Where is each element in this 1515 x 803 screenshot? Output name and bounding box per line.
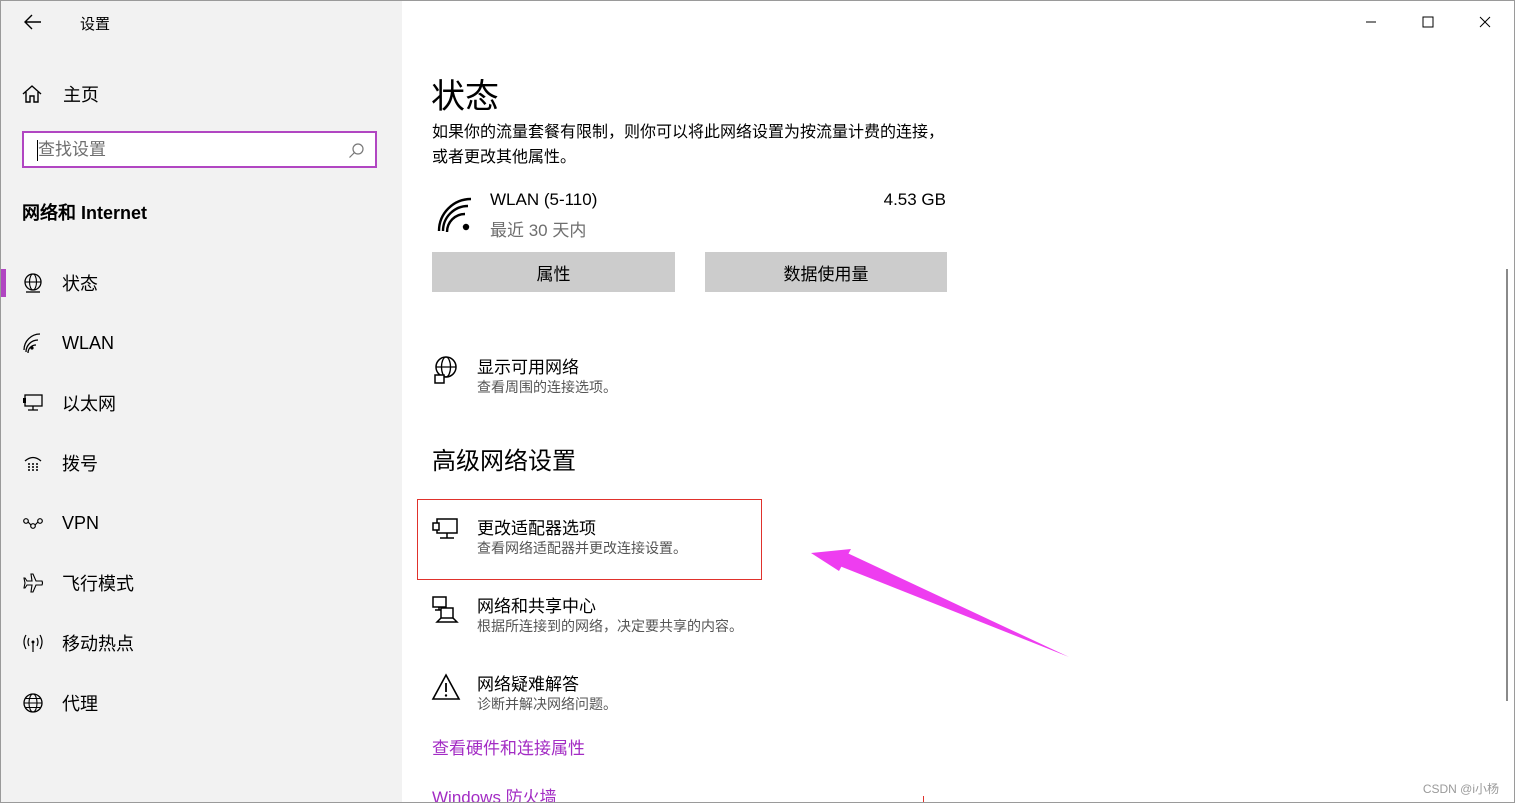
- network-name: WLAN (5-110): [490, 190, 598, 209]
- adapter-title: 更改适配器选项: [477, 519, 596, 538]
- show-networks-subtitle: 查看周围的连接选项。: [477, 379, 617, 395]
- app-title: 设置: [80, 16, 111, 33]
- maximize-icon: [1422, 16, 1434, 28]
- settings-window: 设置 主页 网络和 Internet 状态 WLAN: [0, 0, 1515, 803]
- sidebar-item-proxy[interactable]: 代理: [1, 681, 402, 725]
- network-usage: 4.53 GB: [883, 190, 946, 209]
- airplane-icon: [21, 571, 45, 595]
- globe-status-icon: [21, 271, 45, 295]
- show-available-networks[interactable]: 显示可用网络 查看周围的连接选项。: [431, 353, 851, 403]
- troubleshooter-title: 网络疑难解答: [477, 675, 579, 694]
- home-link[interactable]: 主页: [21, 81, 99, 107]
- watermark: CSDN @i小杨: [1422, 782, 1499, 796]
- selected-indicator: [1, 269, 6, 297]
- sidebar-item-label: 移动热点: [62, 634, 134, 654]
- scrollbar[interactable]: [1506, 269, 1508, 701]
- sharing-center-subtitle: 根据所连接到的网络，决定要共享的内容。: [477, 618, 743, 634]
- sidebar-item-vpn[interactable]: VPN: [1, 501, 402, 545]
- sidebar-item-label: 飞行模式: [62, 574, 134, 594]
- ethernet-icon: [21, 391, 45, 415]
- troubleshooter-subtitle: 诊断并解决网络问题。: [477, 696, 617, 712]
- sidebar-section-title: 网络和 Internet: [22, 203, 148, 223]
- minimize-icon: [1366, 21, 1376, 23]
- advanced-settings-heading: 高级网络设置: [432, 448, 576, 475]
- minimize-button[interactable]: [1343, 1, 1399, 43]
- globe-network-icon: [434, 356, 457, 384]
- hotspot-icon: [21, 631, 45, 655]
- change-adapter-options[interactable]: 更改适配器选项 查看网络适配器并更改连接设置。: [431, 514, 851, 564]
- warning-icon: [431, 673, 461, 700]
- windows-firewall-link[interactable]: Windows 防火墙: [432, 783, 557, 802]
- sharing-center-title: 网络和共享中心: [477, 597, 596, 616]
- wifi-signal-icon: [437, 197, 472, 233]
- vpn-icon: [21, 511, 45, 535]
- back-button[interactable]: [19, 9, 47, 35]
- close-button[interactable]: [1457, 1, 1513, 43]
- sidebar-item-dialup[interactable]: 拨号: [1, 441, 402, 485]
- sharing-center-icon: [432, 596, 459, 623]
- search-box[interactable]: [22, 131, 377, 168]
- sidebar-item-label: 拨号: [62, 454, 98, 474]
- network-period: 最近 30 天内: [490, 221, 587, 240]
- sidebar-item-hotspot[interactable]: 移动热点: [1, 621, 402, 665]
- adapter-icon: [432, 518, 458, 539]
- back-arrow-icon: [24, 14, 41, 30]
- home-label: 主页: [63, 85, 99, 105]
- properties-button[interactable]: 属性: [432, 252, 675, 292]
- sidebar-item-label: 以太网: [62, 394, 116, 414]
- sidebar-item-label: 状态: [62, 274, 98, 294]
- sidebar-item-airplane[interactable]: 飞行模式: [1, 561, 402, 605]
- search-input[interactable]: [38, 139, 338, 161]
- dialup-icon: [21, 451, 45, 475]
- network-sharing-center[interactable]: 网络和共享中心 根据所连接到的网络，决定要共享的内容。: [431, 592, 851, 642]
- text-caret: [37, 140, 38, 161]
- network-troubleshooter[interactable]: 网络疑难解答 诊断并解决网络问题。: [431, 670, 851, 720]
- sidebar-item-ethernet[interactable]: 以太网: [1, 381, 402, 425]
- sidebar-item-label: VPN: [62, 512, 100, 533]
- status-description: 如果你的流量套餐有限制，则你可以将此网络设置为按流量计费的连接，或者更改其他属性…: [432, 124, 945, 166]
- page-title: 状态: [431, 78, 499, 116]
- sidebar-item-wlan[interactable]: WLAN: [1, 321, 402, 365]
- wifi-icon: [21, 331, 45, 355]
- sidebar-item-label: WLAN: [62, 332, 115, 353]
- show-networks-title: 显示可用网络: [477, 358, 579, 377]
- close-icon: [1479, 16, 1491, 28]
- sidebar-item-label: 代理: [62, 694, 98, 714]
- maximize-button[interactable]: [1400, 1, 1456, 43]
- annotation-mark: [923, 796, 924, 802]
- search-icon[interactable]: [348, 142, 365, 159]
- home-icon: [22, 85, 42, 103]
- data-usage-button[interactable]: 数据使用量: [705, 252, 947, 292]
- adapter-subtitle: 查看网络适配器并更改连接设置。: [477, 540, 687, 556]
- hardware-properties-link[interactable]: 查看硬件和连接属性: [432, 734, 585, 759]
- globe-icon: [21, 691, 45, 715]
- sidebar-item-status[interactable]: 状态: [1, 261, 402, 305]
- sidebar: 设置 主页 网络和 Internet 状态 WLAN: [1, 1, 402, 802]
